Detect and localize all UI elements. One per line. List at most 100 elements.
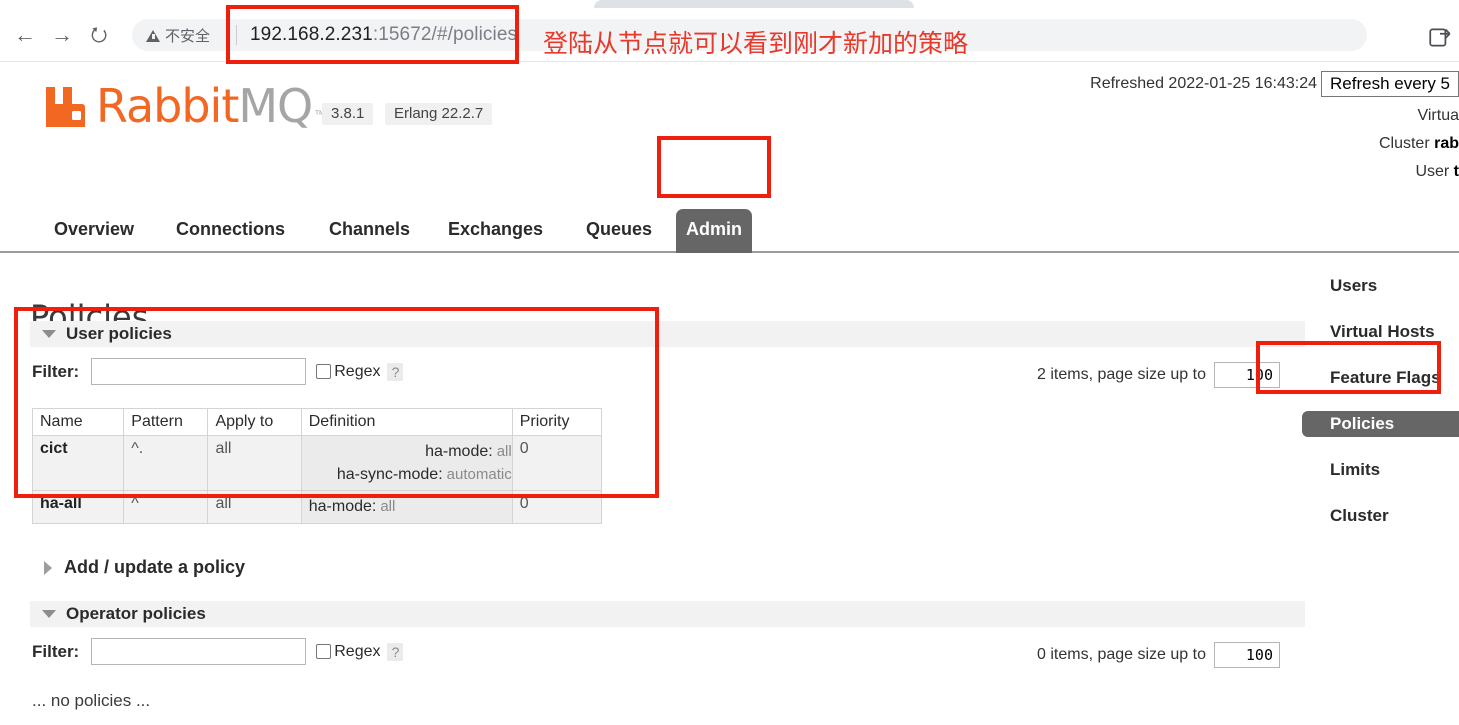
browser-toolbar: ← → ⭮ 不安全 192.168.2.231:15672/#/policies…	[0, 8, 1459, 62]
cluster-label: Cluster	[1378, 135, 1435, 152]
cluster-row: Cluster rab	[989, 135, 1459, 153]
reload-icon[interactable]: ⭮	[82, 18, 116, 52]
policy-definition: ha-mode: all ha-sync-mode: automatic	[300, 434, 513, 492]
add-update-policy-label: Add / update a policy	[64, 557, 246, 577]
regex-help-icon[interactable]: ?	[387, 642, 404, 661]
omnibox-divider	[236, 25, 237, 45]
url-host: 192.168.2.231	[250, 24, 373, 45]
table-row[interactable]: ha-all ^ all ha-mode: all 0	[31, 490, 603, 524]
column-apply-to[interactable]: Apply to	[207, 408, 302, 436]
operator-policies-filter-row: Filter: Regex ?	[32, 638, 404, 665]
tab-queues[interactable]: Queues	[570, 209, 668, 253]
main-nav-tabs: Overview Connections Channels Exchanges …	[0, 203, 1459, 253]
browser-tab-strip	[0, 0, 1459, 8]
site-security-indicator[interactable]: 不安全	[146, 25, 210, 46]
definition-value: all	[380, 498, 396, 516]
filter-label: Filter:	[32, 361, 80, 381]
browser-tab[interactable]	[594, 0, 914, 8]
tab-exchanges[interactable]: Exchanges	[432, 209, 559, 253]
tab-admin[interactable]: Admin	[676, 209, 752, 253]
annotation-note: 登陆从节点就可以看到刚才新加的策略	[543, 29, 969, 58]
cluster-value: rab	[1434, 135, 1459, 152]
definition-value: automatic	[446, 466, 512, 484]
chevron-right-icon	[44, 560, 52, 575]
operator-policies-pagination: 0 items, page size up to	[1037, 642, 1280, 668]
tab-overview[interactable]: Overview	[38, 209, 150, 253]
policy-name: ha-all	[31, 490, 125, 524]
regex-help-icon[interactable]: ?	[387, 362, 404, 381]
arrow-left-icon[interactable]: ←	[8, 18, 42, 52]
user-policies-filter-input[interactable]	[91, 358, 307, 385]
user-row: User t	[989, 163, 1459, 181]
policy-pattern: ^.	[123, 434, 209, 492]
sidebar-item-feature-flags[interactable]: Feature Flags	[1330, 365, 1459, 391]
security-label: 不安全	[165, 28, 211, 45]
user-policies-filter-row: Filter: Regex ?	[32, 358, 404, 385]
user-policies-items-count: 2 items, page size up to	[1037, 366, 1206, 383]
user-policies-table: Name Pattern Apply to Definition Priorit…	[31, 408, 603, 524]
url-text: 192.168.2.231:15672/#/policies	[250, 24, 517, 46]
policy-name: cict	[31, 434, 125, 492]
operator-policies-items-count: 0 items, page size up to	[1037, 646, 1206, 663]
chevron-down-icon	[42, 610, 56, 618]
operator-policies-regex-toggle[interactable]: Regex	[316, 643, 380, 661]
operator-policies-page-size-input[interactable]	[1213, 642, 1280, 668]
column-pattern[interactable]: Pattern	[123, 408, 209, 436]
tab-channels[interactable]: Channels	[313, 209, 426, 253]
definition-entry: ha-sync-mode: automatic	[309, 463, 512, 486]
logo-text-mq: MQ	[238, 79, 313, 133]
rabbit-logo-icon	[46, 87, 85, 127]
user-policies-pagination: 2 items, page size up to	[1037, 362, 1280, 388]
add-update-policy-link[interactable]: Add / update a policy	[44, 557, 245, 578]
refreshed-timestamp: Refreshed 2022-01-25 16:43:24	[1090, 75, 1317, 93]
url-path: :15672/#/policies	[372, 24, 518, 45]
status-panel: Refreshed 2022-01-25 16:43:24 Refresh eve…	[989, 71, 1459, 191]
sidebar-item-cluster[interactable]: Cluster	[1330, 503, 1459, 529]
policy-apply-to: all	[207, 434, 302, 492]
policy-priority: 0	[511, 434, 603, 492]
column-priority[interactable]: Priority	[511, 408, 603, 436]
policy-pattern: ^	[123, 490, 209, 524]
arrow-right-icon[interactable]: →	[45, 18, 79, 52]
rabbitmq-management-page: Rabbit MQ ™ 3.8.1 Erlang 22.2.7 Refreshe…	[0, 63, 1459, 725]
definition-entry: ha-mode: all	[309, 440, 512, 463]
vhost-row: Virtua	[989, 107, 1459, 125]
chevron-down-icon	[42, 330, 56, 338]
refresh-status-row: Refreshed 2022-01-25 16:43:24 Refresh eve…	[989, 71, 1459, 97]
regex-label: Regex	[334, 362, 381, 380]
column-name[interactable]: Name	[31, 408, 125, 436]
sidebar-item-users[interactable]: Users	[1330, 273, 1459, 299]
share-icon[interactable]	[1427, 24, 1453, 50]
section-operator-policies-header[interactable]: Operator policies	[30, 601, 1305, 627]
definition-key: ha-mode:	[308, 498, 377, 516]
policy-priority: 0	[511, 490, 603, 524]
tab-connections[interactable]: Connections	[160, 209, 301, 253]
screenshot-root: ← → ⭮ 不安全 192.168.2.231:15672/#/policies…	[0, 0, 1459, 725]
user-policies-page-size-input[interactable]	[1213, 362, 1280, 388]
erlang-version-badge: Erlang 22.2.7	[385, 103, 493, 125]
refresh-interval-select[interactable]: Refresh every 5	[1321, 71, 1459, 97]
definition-entry: ha-mode: all	[309, 495, 512, 518]
definition-key: ha-sync-mode:	[336, 466, 443, 484]
sidebar-item-limits[interactable]: Limits	[1330, 457, 1459, 483]
user-policies-regex-toggle[interactable]: Regex	[316, 363, 380, 381]
section-user-policies-header[interactable]: User policies	[30, 321, 1305, 347]
operator-policies-empty-text: ... no policies ...	[32, 691, 151, 710]
definition-value: all	[496, 443, 512, 460]
policy-definition: ha-mode: all	[300, 490, 513, 524]
version-badge: 3.8.1	[322, 103, 374, 125]
regex-checkbox[interactable]	[316, 644, 332, 659]
regex-checkbox[interactable]	[316, 364, 332, 379]
column-definition[interactable]: Definition	[300, 408, 513, 436]
logo-text-rabbit: Rabbit	[96, 79, 239, 133]
warning-triangle-icon	[146, 29, 160, 42]
user-label: User	[1415, 163, 1454, 180]
sidebar-item-virtual-hosts[interactable]: Virtual Hosts	[1330, 319, 1459, 345]
user-value: t	[1453, 163, 1459, 180]
rabbitmq-logo[interactable]: Rabbit MQ ™	[44, 83, 325, 129]
admin-sidebar: Users Virtual Hosts Feature Flags Polici…	[1302, 273, 1459, 549]
vhost-label: Virtua	[1417, 107, 1459, 124]
operator-policies-filter-input[interactable]	[91, 638, 307, 665]
table-row[interactable]: cict ^. all ha-mode: all ha-sync-mode: aut…	[31, 434, 603, 492]
sidebar-item-policies[interactable]: Policies	[1302, 411, 1459, 437]
